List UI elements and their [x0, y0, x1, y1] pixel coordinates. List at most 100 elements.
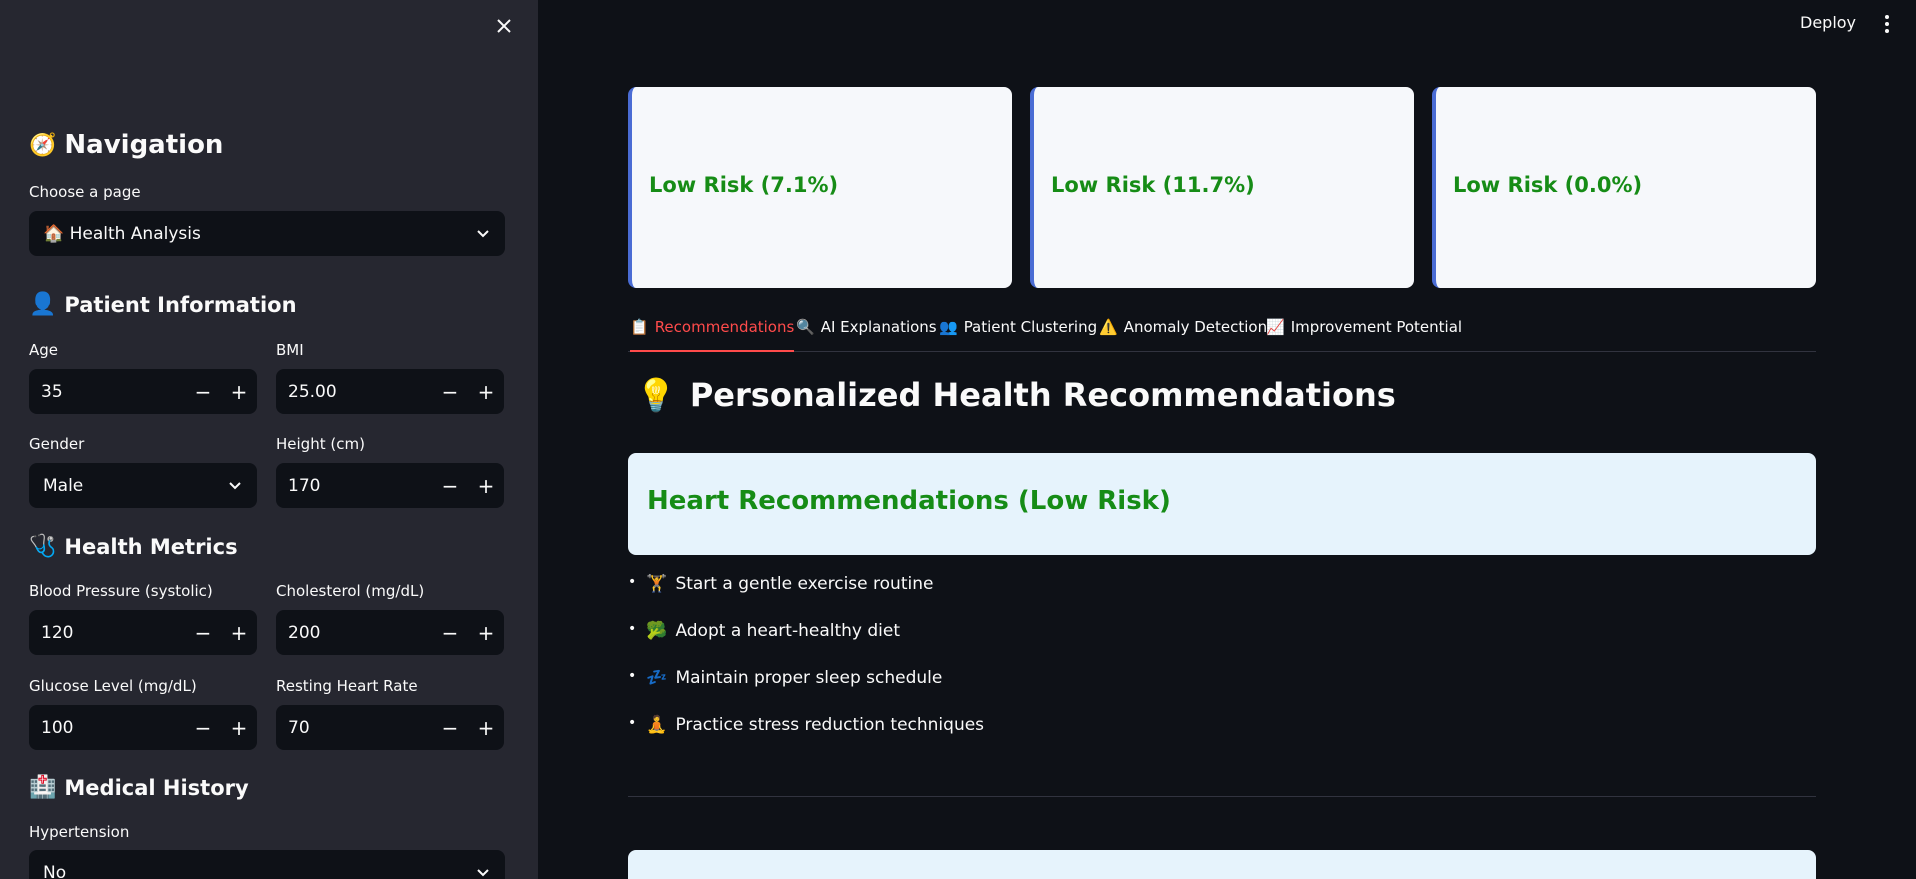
bmi-increment-button[interactable]: +: [468, 369, 504, 414]
risk-card-value: Low Risk (7.1%): [649, 173, 839, 197]
next-recommendations-box: [628, 850, 1816, 879]
health-metrics-heading: 🩺 Health Metrics: [29, 534, 238, 559]
tab-patient-clustering[interactable]: 👥 Patient Clustering: [939, 318, 1097, 352]
heart-rate-value: 70: [288, 717, 310, 738]
cholesterol-increment-button[interactable]: +: [468, 610, 504, 655]
glucose-decrement-button[interactable]: −: [185, 705, 221, 750]
chevron-down-icon: [229, 482, 241, 490]
age-value: 35: [41, 381, 63, 402]
glucose-increment-button[interactable]: +: [221, 705, 257, 750]
glucose-input[interactable]: 100 − +: [29, 705, 257, 750]
risk-card-value: Low Risk (0.0%): [1453, 173, 1643, 197]
age-input[interactable]: 35 − +: [29, 369, 257, 414]
tab-recommendations[interactable]: 📋 Recommendations: [630, 318, 795, 352]
tab-label: AI Explanations: [820, 318, 937, 336]
tab-label: Anomaly Detection: [1123, 318, 1268, 336]
navigation-title: Navigation: [64, 130, 224, 160]
stethoscope-icon: 🩺: [29, 534, 57, 559]
age-decrement-button[interactable]: −: [185, 369, 221, 414]
heart-rate-increment-button[interactable]: +: [468, 705, 504, 750]
risk-card-value: Low Risk (11.7%): [1051, 173, 1255, 197]
broccoli-icon: 🥦: [646, 621, 668, 641]
page-title: Personalized Health Recommendations: [689, 376, 1396, 414]
weightlifter-icon: 🏋️: [646, 574, 668, 594]
clipboard-icon: 📋: [630, 318, 649, 336]
recommendations-heading: Heart Recommendations (Low Risk): [647, 486, 1171, 516]
bullet-dot: •: [628, 715, 637, 731]
patient-info-title: Patient Information: [64, 292, 297, 317]
glucose-label: Glucose Level (mg/dL): [29, 677, 197, 695]
heart-rate-decrement-button[interactable]: −: [432, 705, 468, 750]
gender-label: Gender: [29, 435, 85, 453]
bmi-value: 25.00: [288, 381, 337, 402]
hypertension-select[interactable]: No: [29, 850, 505, 879]
page-select-label: Choose a page: [29, 183, 141, 201]
bmi-label: BMI: [276, 341, 304, 359]
chevron-down-icon: [477, 869, 489, 877]
deploy-button[interactable]: Deploy: [1800, 13, 1856, 32]
warning-icon: ⚠️: [1099, 318, 1118, 336]
age-increment-button[interactable]: +: [221, 369, 257, 414]
sidebar: 🧭 Navigation Choose a page 🏠 Health Anal…: [0, 0, 538, 879]
close-icon: [497, 19, 511, 33]
risk-card-title: Diabetes Risk: [1051, 125, 1174, 146]
heart-risk-card: Heart Disease Risk Low Risk (7.1%): [628, 87, 1012, 288]
bullet-dot: •: [628, 668, 637, 684]
gender-value: Male: [43, 475, 84, 496]
tab-improvement-potential[interactable]: 📈 Improvement Potential: [1266, 318, 1462, 352]
page-select[interactable]: 🏠 Health Analysis: [29, 211, 505, 256]
cholesterol-input[interactable]: 200 − +: [276, 610, 504, 655]
blood-pressure-increment-button[interactable]: +: [221, 610, 257, 655]
kebab-dot: [1885, 15, 1889, 19]
lightbulb-icon: 💡: [636, 376, 676, 414]
tab-ai-explanations[interactable]: 🔍 AI Explanations: [796, 318, 937, 352]
blood-pressure-value: 120: [41, 622, 74, 643]
hospital-icon: 🏥: [29, 775, 57, 800]
medical-history-title: Medical History: [64, 775, 249, 800]
kebab-dot: [1885, 22, 1889, 26]
health-metrics-title: Health Metrics: [64, 534, 238, 559]
main-menu-button[interactable]: [1880, 12, 1894, 36]
glucose-value: 100: [41, 717, 74, 738]
height-value: 170: [288, 475, 321, 496]
close-sidebar-button[interactable]: [490, 12, 518, 40]
user-icon: 👤: [29, 292, 57, 317]
bullet-dot: •: [628, 574, 637, 590]
kebab-dot: [1885, 29, 1889, 33]
bmi-input[interactable]: 25.00 − +: [276, 369, 504, 414]
height-label: Height (cm): [276, 435, 365, 453]
cholesterol-label: Cholesterol (mg/dL): [276, 582, 425, 600]
list-item: • 🥦 Adopt a heart-healthy diet: [628, 621, 984, 668]
diabetes-risk-card: Diabetes Risk Low Risk (11.7%): [1030, 87, 1414, 288]
height-increment-button[interactable]: +: [468, 463, 504, 508]
blood-pressure-label: Blood Pressure (systolic): [29, 582, 213, 600]
cholesterol-value: 200: [288, 622, 321, 643]
list-item: • 💤 Maintain proper sleep schedule: [628, 668, 984, 715]
sleep-icon: 💤: [646, 668, 668, 688]
heart-rate-input[interactable]: 70 − +: [276, 705, 504, 750]
tab-bar: 📋 Recommendations 🔍 AI Explanations 👥 Pa…: [628, 314, 1816, 352]
gender-select[interactable]: Male: [29, 463, 257, 508]
list-item: • 🏋️ Start a gentle exercise routine: [628, 574, 984, 621]
risk-card-title: Heart Disease Risk: [649, 125, 819, 146]
heart-rate-label: Resting Heart Rate: [276, 677, 418, 695]
height-decrement-button[interactable]: −: [432, 463, 468, 508]
navigation-heading: 🧭 Navigation: [29, 130, 223, 160]
bmi-decrement-button[interactable]: −: [432, 369, 468, 414]
blood-pressure-decrement-button[interactable]: −: [185, 610, 221, 655]
tab-label: Improvement Potential: [1290, 318, 1463, 336]
risk-card-title: Hypertension Risk: [1453, 125, 1617, 146]
magnifier-icon: 🔍: [796, 318, 815, 336]
bullet-dot: •: [628, 621, 637, 637]
height-input[interactable]: 170 − +: [276, 463, 504, 508]
hypertension-label: Hypertension: [29, 823, 130, 841]
cholesterol-decrement-button[interactable]: −: [432, 610, 468, 655]
tab-anomaly-detection[interactable]: ⚠️ Anomaly Detection: [1099, 318, 1267, 352]
chevron-down-icon: [477, 230, 489, 238]
blood-pressure-input[interactable]: 120 − +: [29, 610, 257, 655]
divider: [628, 796, 1816, 797]
heart-recommendations-box: Heart Recommendations (Low Risk): [628, 453, 1816, 555]
meditation-icon: 🧘: [646, 715, 668, 735]
list-item-text: Maintain proper sleep schedule: [675, 668, 943, 688]
patient-info-heading: 👤 Patient Information: [29, 292, 297, 317]
